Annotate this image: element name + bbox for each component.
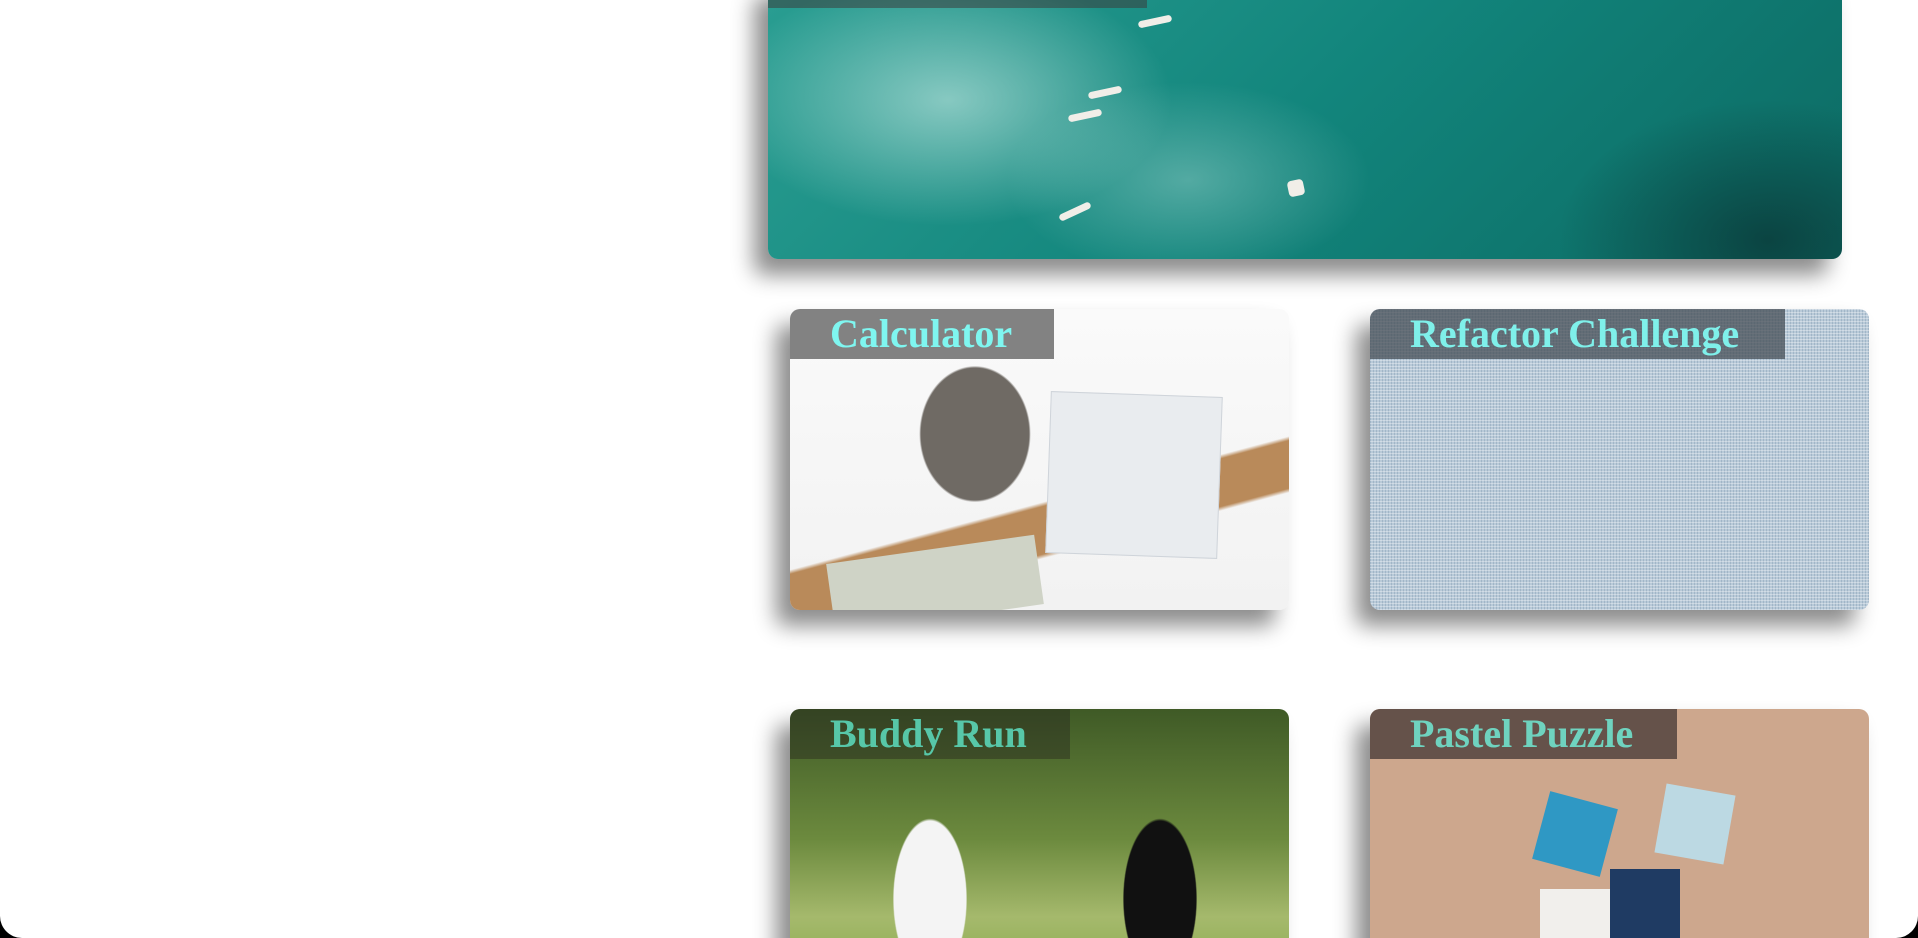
surfer-image-detail: [1087, 85, 1123, 100]
surfer-image-detail: [1286, 178, 1306, 198]
project-title-bar: Buddy Run: [790, 709, 1070, 759]
puzzle-piece-image-detail: [1654, 783, 1736, 865]
project-card-refactor-challenge[interactable]: Refactor Challenge: [1370, 309, 1869, 610]
project-title-bar: Refactor Challenge: [1370, 309, 1785, 359]
puzzle-piece-image-detail: [1610, 869, 1680, 938]
project-title: Buddy Run: [830, 711, 1027, 756]
surfer-image-detail: [1137, 14, 1173, 29]
project-card-pastel-puzzle[interactable]: Pastel Puzzle: [1370, 709, 1869, 938]
project-title-bar: Pastel Puzzle: [1370, 709, 1677, 759]
portfolio-page: Calculator Refactor Challenge Buddy Run …: [0, 0, 1918, 938]
money-image-detail: [826, 534, 1044, 610]
project-title: Pastel Puzzle: [1410, 711, 1634, 756]
project-card-buddy-run[interactable]: Buddy Run: [790, 709, 1289, 938]
project-title-bar: [768, 0, 1147, 8]
project-title: Calculator: [830, 311, 1013, 356]
puzzle-piece-image-detail: [1540, 889, 1610, 938]
puzzle-piece-image-detail: [1532, 791, 1618, 877]
surfer-image-detail: [1058, 201, 1092, 222]
project-card-hero[interactable]: [768, 0, 1842, 259]
project-card-calculator[interactable]: Calculator: [790, 309, 1289, 610]
surfer-image-detail: [1067, 108, 1103, 123]
project-title: Refactor Challenge: [1410, 311, 1740, 356]
ledger-image-detail: [1045, 391, 1223, 559]
project-title-bar: Calculator: [790, 309, 1054, 359]
